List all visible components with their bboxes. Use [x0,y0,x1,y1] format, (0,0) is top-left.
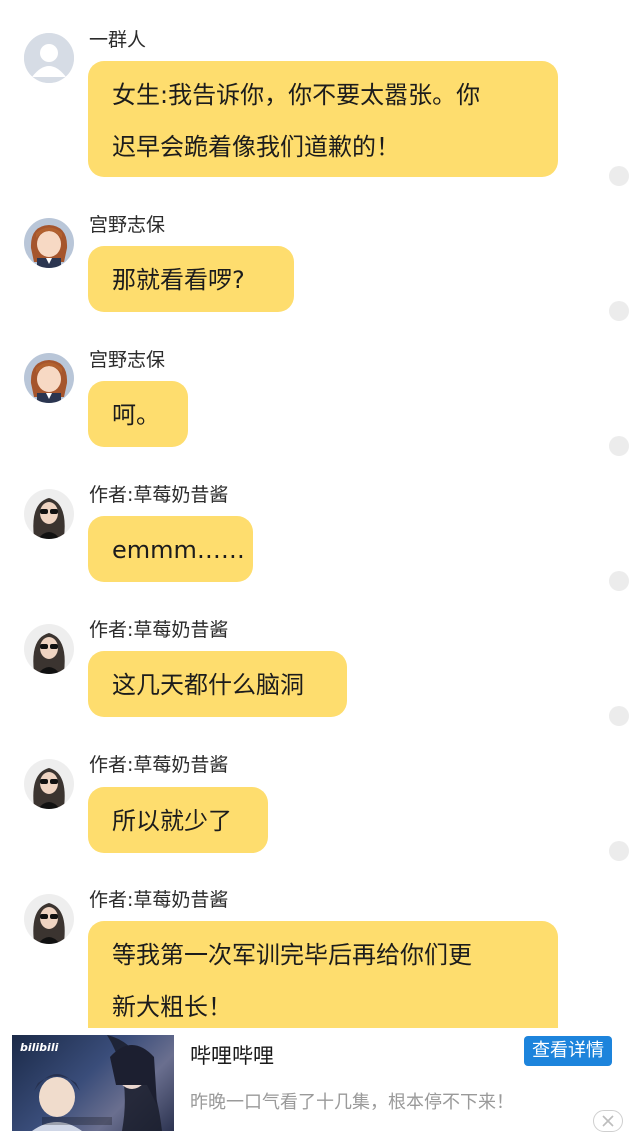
ad-thumbnail[interactable]: bilibili [12,1035,174,1131]
message-line: 呵。 [112,401,160,429]
avatar[interactable] [24,759,74,809]
sunglasses-woman-avatar [24,489,74,539]
status-dot [609,301,629,321]
sender-name: 作者:草莓奶昔酱 [89,889,229,911]
sunglasses-woman-avatar [24,759,74,809]
ad-description[interactable]: 昨晚一口气看了十几集，根本停不下来！ [190,1088,514,1114]
status-dot [609,166,629,186]
sender-name: 作者:草莓奶昔酱 [89,484,229,506]
message-line: 所以就少了 [112,807,232,835]
avatar[interactable] [24,33,74,83]
message-bubble[interactable]: 所以就少了 [88,787,268,853]
message-line: 这几天都什么脑洞 [112,671,304,699]
view-details-button[interactable]: 查看详情 [524,1036,612,1066]
close-icon [602,1115,614,1127]
message-line: 迟早会跪着像我们道歉的！ [112,133,400,161]
message-bubble[interactable]: emmm…… [88,516,253,582]
sunglasses-woman-avatar [24,894,74,944]
message-bubble[interactable]: 呵。 [88,381,188,447]
avatar[interactable] [24,894,74,944]
placeholder-person-icon [24,33,74,83]
message-line: emmm…… [112,536,245,564]
ad-banner[interactable]: bilibili 哔哩哔哩 查看详情 昨晚一口气看了十几集，根本停不下来！ [0,1028,640,1138]
status-dot [609,841,629,861]
status-dot [609,436,629,456]
avatar[interactable] [24,489,74,539]
anime-girl-avatar [24,218,74,268]
status-dot [609,706,629,726]
avatar[interactable] [24,218,74,268]
ad-close-button[interactable] [593,1110,623,1132]
message-bubble[interactable]: 女生:我告诉你，你不要太嚣张。你 迟早会跪着像我们道歉的！ [88,61,558,177]
sender-name: 作者:草莓奶昔酱 [89,619,229,641]
status-dot [609,571,629,591]
message-line: 那就看看啰? [112,266,245,294]
sender-name: 宫野志保 [89,349,166,371]
ad-title[interactable]: 哔哩哔哩 [190,1040,274,1070]
message-bubble[interactable]: 这几天都什么脑洞 [88,651,347,717]
sender-name: 一群人 [89,29,147,51]
message-line: 新大粗长！ [112,993,232,1021]
sender-name: 作者:草莓奶昔酱 [89,754,229,776]
message-line: 女生:我告诉你，你不要太嚣张。你 [112,81,481,109]
bilibili-logo: bilibili [20,1041,59,1054]
sender-name: 宫野志保 [89,214,166,236]
message-line: 等我第一次军训完毕后再给你们更 [112,941,472,969]
message-bubble[interactable]: 那就看看啰? [88,246,294,312]
avatar[interactable] [24,353,74,403]
avatar[interactable] [24,624,74,674]
anime-girl-avatar [24,353,74,403]
sunglasses-woman-avatar [24,624,74,674]
